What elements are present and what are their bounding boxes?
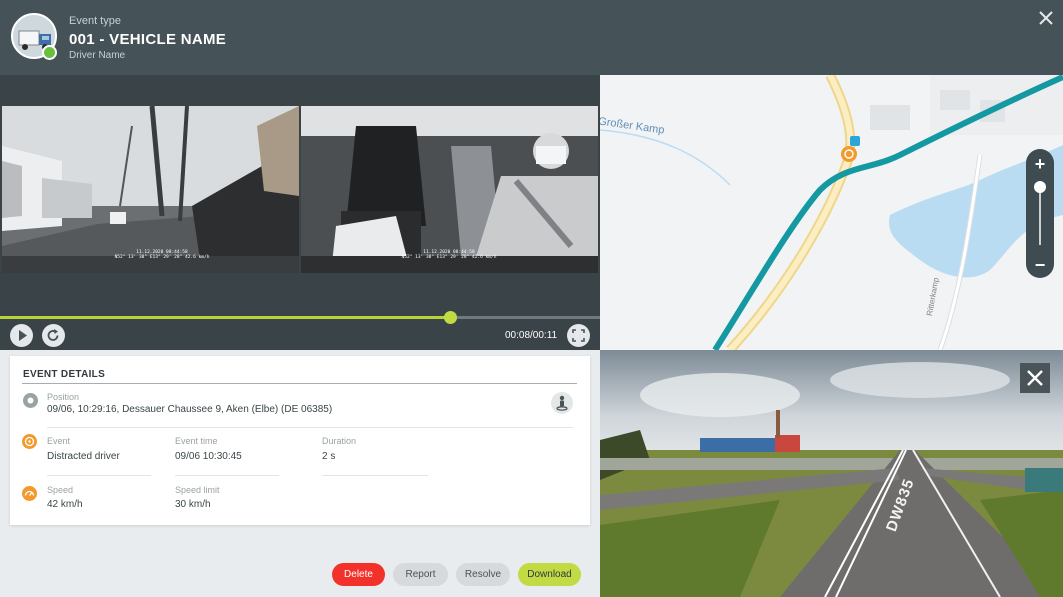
road-camera-video[interactable]: 11.12.2020 08:44:58 N52° 13' 30" E13° 29… xyxy=(2,106,299,273)
road-gps-speed: N52° 13' 30" E13° 29' 28" 42.6 km/h xyxy=(114,255,210,260)
resolve-button[interactable]: Resolve xyxy=(456,563,510,586)
close-dialog-button[interactable] xyxy=(1036,8,1056,28)
street-view-person-icon xyxy=(556,395,568,411)
row-divider xyxy=(47,427,573,428)
fullscreen-icon xyxy=(572,329,585,342)
fullscreen-button[interactable] xyxy=(567,324,590,347)
title-divider xyxy=(22,383,577,384)
event-type-label: Event type xyxy=(69,15,121,27)
zoom-slider-track[interactable] xyxy=(1039,187,1041,245)
row-divider xyxy=(322,475,428,476)
vehicle-name: 001 - VEHICLE NAME xyxy=(69,31,227,48)
zoom-in-button[interactable]: + xyxy=(1026,152,1054,176)
row-divider xyxy=(47,475,151,476)
timeline-scrubber[interactable] xyxy=(444,311,457,324)
driver-name: Driver Name xyxy=(69,50,126,61)
map-zoom-control: + − xyxy=(1026,149,1054,278)
event-details-title: EVENT DETAILS xyxy=(23,369,106,380)
position-value: 09/06, 10:29:16, Dessauer Chaussee 9, Ak… xyxy=(47,404,333,415)
playback-time: 00:08/00:11 xyxy=(505,330,558,341)
row-divider xyxy=(175,475,279,476)
speed-label: Speed xyxy=(47,485,74,495)
close-icon xyxy=(1027,370,1043,386)
replay-button[interactable] xyxy=(42,324,65,347)
zoom-slider-knob[interactable] xyxy=(1034,181,1046,193)
delete-button[interactable]: Delete xyxy=(332,563,385,586)
replay-icon xyxy=(47,329,59,341)
steering-wheel-icon xyxy=(22,434,37,449)
report-button[interactable]: Report xyxy=(393,563,448,586)
street-view-panel[interactable]: DW835 xyxy=(600,350,1063,597)
duration-value: 2 s xyxy=(322,451,336,462)
close-street-view-button[interactable] xyxy=(1020,363,1050,393)
play-icon xyxy=(19,330,27,341)
download-button[interactable]: Download xyxy=(518,563,581,586)
duration-label: Duration xyxy=(322,436,357,446)
event-time-value: 09/06 10:30:45 xyxy=(175,451,242,462)
online-status-indicator xyxy=(42,45,57,60)
event-details-card xyxy=(10,356,590,525)
video-player: 11.12.2020 08:44:58 N52° 13' 30" E13° 29… xyxy=(0,75,600,350)
timeline-progress xyxy=(0,316,450,319)
position-label: Position xyxy=(47,392,80,402)
speed-value: 42 km/h xyxy=(47,499,83,510)
event-value: Distracted driver xyxy=(47,451,120,462)
zoom-out-button[interactable]: − xyxy=(1026,253,1054,277)
location-pin-icon xyxy=(23,393,38,408)
speed-limit-label: Speed limit xyxy=(175,485,220,495)
cabin-gps-speed: N52° 13' 30" E13° 29' 28" 42.6 km/h xyxy=(401,255,497,260)
event-time-label: Event time xyxy=(175,436,218,446)
play-button[interactable] xyxy=(10,324,33,347)
video-timeline[interactable] xyxy=(0,311,600,324)
event-location-marker[interactable] xyxy=(841,146,857,162)
cabin-camera-video[interactable]: 11.12.2020 08:44:58 N52° 13' 30" E13° 29… xyxy=(301,106,598,273)
street-view-button[interactable] xyxy=(551,392,573,414)
event-map[interactable]: Großer Kamp Ritterkamp xyxy=(600,75,1063,350)
close-icon xyxy=(1039,11,1053,25)
speedometer-icon xyxy=(22,486,37,501)
speed-limit-value: 30 km/h xyxy=(175,499,211,510)
event-label: Event xyxy=(47,436,71,446)
